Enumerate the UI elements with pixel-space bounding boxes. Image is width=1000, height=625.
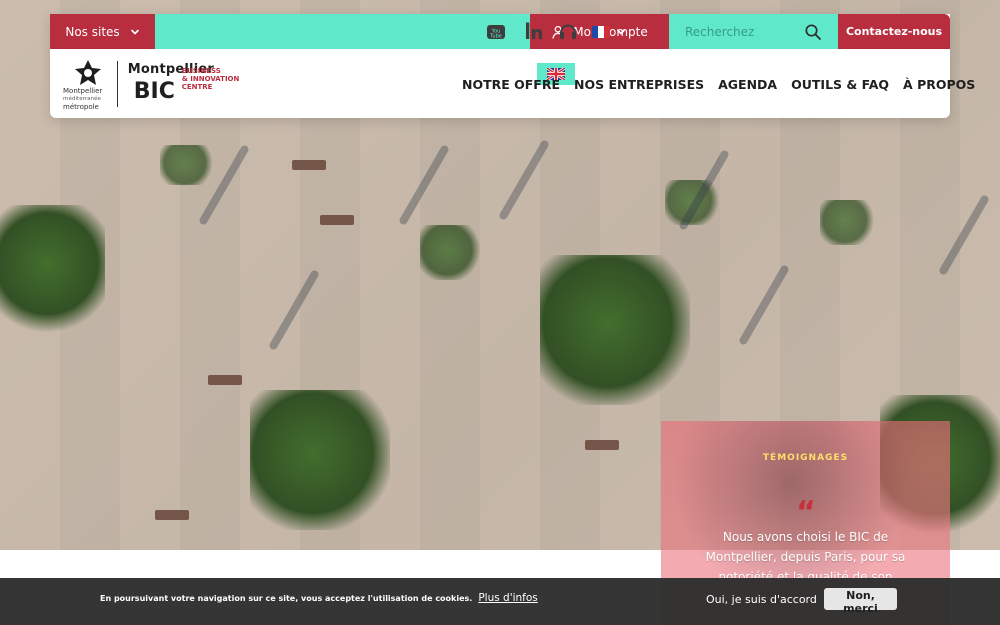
- topbar: Nos sites You Tube Mon compte Recherchez…: [50, 14, 950, 49]
- svg-text:Tube: Tube: [489, 34, 502, 40]
- hero-bench: [292, 160, 326, 170]
- nav-item-a-propos[interactable]: À PROPOS: [903, 77, 975, 97]
- cookie-decline-button[interactable]: Non, merci: [824, 588, 897, 615]
- hero-shadow: [268, 269, 320, 351]
- cookie-text-row: En poursuivant votre navigation sur ce s…: [100, 588, 538, 608]
- search-icon: [804, 23, 822, 41]
- metropole-line3: métropole: [63, 103, 99, 111]
- cookie-text: En poursuivant votre navigation sur ce s…: [100, 593, 473, 603]
- youtube-icon[interactable]: You Tube: [485, 21, 507, 43]
- topbar-social-lang: You Tube: [155, 14, 625, 49]
- bic-side-line2: & INNOVATION: [181, 75, 240, 83]
- hero-planter: [250, 390, 390, 530]
- bic-side-line1: BUSINESS: [181, 67, 221, 75]
- nav-item-nos-entreprises[interactable]: NOS ENTREPRISES: [574, 77, 704, 97]
- bic-side-line3: CENTRE: [181, 83, 213, 91]
- hero-shadow: [398, 144, 450, 226]
- hero-shadow: [738, 264, 790, 346]
- fr-flag-icon: [592, 26, 610, 38]
- hero-bench: [320, 215, 354, 225]
- hero-bench: [585, 440, 619, 450]
- metropole-logo: Montpellier méditerranée métropole: [63, 59, 107, 111]
- search-box: [669, 14, 838, 49]
- hero-planter: [820, 200, 875, 245]
- sites-dropdown-button[interactable]: Nos sites: [50, 14, 155, 49]
- hero-planter: [540, 255, 690, 405]
- nav-item-agenda[interactable]: AGENDA: [718, 77, 777, 97]
- cookie-more-info-link[interactable]: Plus d'infos: [478, 592, 537, 604]
- quote-icon: “: [796, 494, 816, 530]
- bic-logo: Montpellier BIC BUSINESS & INNOVATION CE…: [128, 59, 240, 109]
- cookie-banner: En poursuivant votre navigation sur ce s…: [0, 578, 1000, 625]
- testimonial-title: TÉMOIGNAGES: [762, 453, 849, 463]
- star-icon: [73, 59, 103, 87]
- chevron-down-icon: [616, 27, 626, 37]
- hero-planter: [420, 225, 480, 280]
- search-button[interactable]: [802, 21, 824, 43]
- hero-shadow: [938, 194, 990, 276]
- hero-shadow: [498, 139, 550, 221]
- linkedin-icon[interactable]: [523, 21, 545, 43]
- search-input[interactable]: [683, 17, 807, 46]
- cookie-accept-button[interactable]: Oui, je suis d'accord: [700, 588, 823, 610]
- hero-bench: [208, 375, 242, 385]
- site-logo[interactable]: Montpellier méditerranée métropole Montp…: [63, 59, 240, 111]
- nav-item-notre-offre[interactable]: NOTRE OFFRE: [462, 77, 560, 97]
- hero-planter: [0, 205, 105, 335]
- hero-planter: [160, 145, 215, 185]
- bic-logo-side: BUSINESS & INNOVATION CENTRE: [182, 67, 246, 91]
- nav-item-outils-faq[interactable]: OUTILS & FAQ: [791, 77, 889, 97]
- bic-logo-mark: BIC: [133, 79, 175, 104]
- metropole-logo-text: Montpellier méditerranée métropole: [63, 87, 118, 111]
- headphones-icon[interactable]: [557, 21, 579, 43]
- metropole-line1: Montpellier: [63, 87, 103, 95]
- chevron-down-icon: [130, 27, 140, 37]
- metropole-line2: méditerranée: [63, 96, 101, 102]
- hero-bench: [155, 510, 189, 520]
- contact-label: Contactez-nous: [845, 25, 943, 38]
- language-selector[interactable]: [592, 21, 626, 43]
- sites-label: Nos sites: [65, 24, 120, 39]
- site-header: Nos sites You Tube Mon compte Recherchez…: [50, 14, 975, 118]
- contact-button[interactable]: Contactez-nous: [838, 14, 950, 49]
- main-nav: NOTRE OFFRE NOS ENTREPRISES AGENDA OUTIL…: [462, 77, 975, 97]
